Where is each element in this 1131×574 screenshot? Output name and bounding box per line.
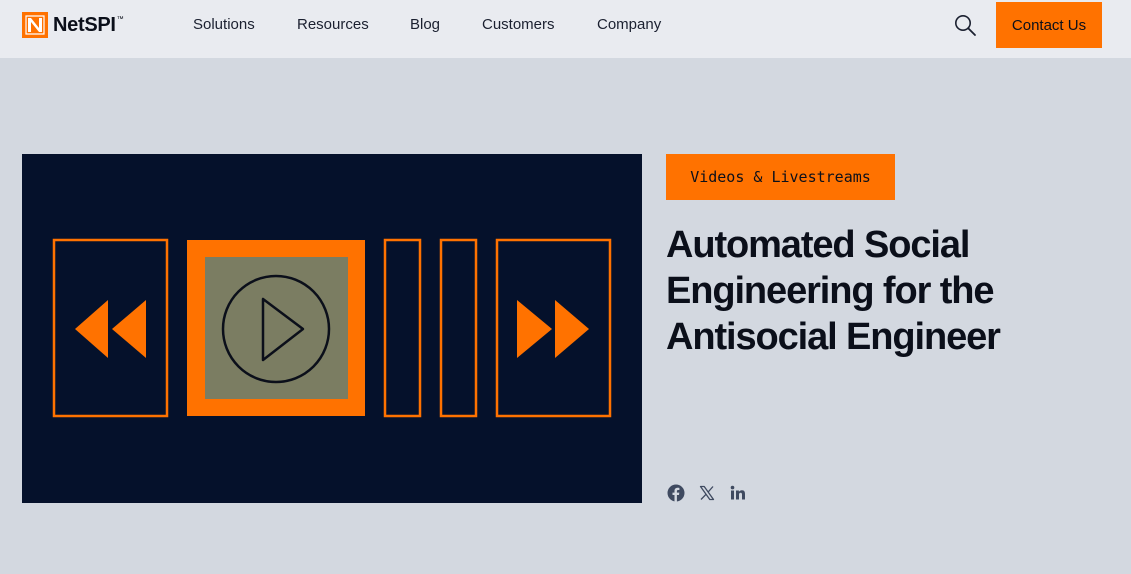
- pause-bars: [383, 238, 478, 418]
- play-icon: [187, 240, 365, 416]
- page-title: Automated Social Engineering for the Ant…: [666, 224, 1001, 358]
- rewind-icon: [52, 238, 169, 418]
- share-facebook[interactable]: [667, 484, 685, 502]
- facebook-icon: [667, 484, 685, 502]
- site-header: NetSPI™ Solutions Resources Blog Custome…: [0, 0, 1131, 58]
- media-player-graphic: [52, 238, 612, 418]
- contact-us-button[interactable]: Contact Us: [996, 2, 1102, 48]
- nav-resources[interactable]: Resources: [297, 15, 369, 35]
- share-links: [667, 484, 760, 502]
- linkedin-icon: [730, 485, 745, 500]
- logo-trademark: ™: [116, 15, 124, 23]
- nav-blog[interactable]: Blog: [410, 15, 440, 35]
- video-thumbnail[interactable]: [22, 154, 642, 503]
- nav-company[interactable]: Company: [597, 15, 661, 35]
- nav-solutions[interactable]: Solutions: [193, 15, 255, 35]
- netspi-logo-icon: [22, 12, 48, 38]
- category-tag[interactable]: Videos & Livestreams: [666, 154, 895, 200]
- search-button[interactable]: [953, 13, 977, 37]
- logo-wordmark: NetSPI™: [53, 13, 124, 36]
- nav-customers[interactable]: Customers: [482, 15, 555, 35]
- search-icon: [955, 15, 976, 36]
- share-linkedin[interactable]: [729, 484, 747, 502]
- fast-forward-icon: [495, 238, 612, 418]
- netspi-logo[interactable]: NetSPI™: [22, 12, 124, 38]
- x-icon: [699, 485, 715, 501]
- share-x[interactable]: [698, 484, 716, 502]
